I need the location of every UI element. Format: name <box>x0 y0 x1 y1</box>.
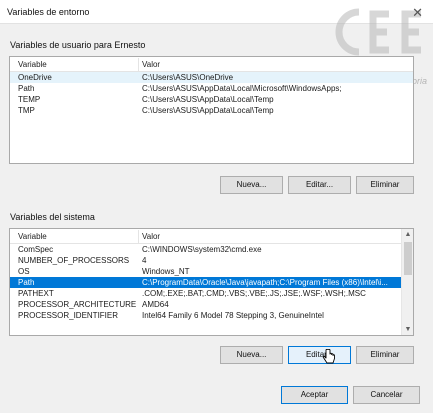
list-item[interactable]: PATHEXT .COM;.EXE;.BAT;.CMD;.VBS;.VBE;.J… <box>10 288 413 299</box>
scroll-up-icon[interactable]: ▲ <box>402 229 413 240</box>
row-variable: OS <box>18 267 30 276</box>
row-value: C:\WINDOWS\system32\cmd.exe <box>142 245 262 254</box>
row-value: Intel64 Family 6 Model 78 Stepping 3, Ge… <box>142 311 324 320</box>
user-delete-button[interactable]: Eliminar <box>356 176 414 194</box>
row-value: C:\Users\ASUS\AppData\Local\Temp <box>142 95 274 104</box>
list-item-selected[interactable]: Path C:\ProgramData\Oracle\Java\javapath… <box>10 277 413 288</box>
row-variable: Path <box>18 84 35 93</box>
row-variable: Path <box>18 278 35 287</box>
accept-button[interactable]: Aceptar <box>281 386 348 404</box>
system-vars-header: Variable Valor <box>10 229 413 244</box>
scroll-down-icon[interactable]: ▼ <box>402 324 413 335</box>
list-item[interactable]: Path C:\Users\ASUS\AppData\Local\Microso… <box>10 83 413 94</box>
row-value: AMD64 <box>142 300 169 309</box>
column-header-variable[interactable]: Variable <box>18 60 47 69</box>
system-vars-list[interactable]: Variable Valor ComSpec C:\WINDOWS\system… <box>9 228 414 336</box>
list-item[interactable]: ComSpec C:\WINDOWS\system32\cmd.exe <box>10 244 413 255</box>
row-value: .COM;.EXE;.BAT;.CMD;.VBS;.VBE;.JS;.JSE;.… <box>142 289 366 298</box>
row-variable: ComSpec <box>18 245 54 254</box>
close-icon[interactable]: ✕ <box>412 5 423 21</box>
list-item[interactable]: TMP C:\Users\ASUS\AppData\Local\Temp <box>10 105 413 116</box>
list-item[interactable]: PROCESSOR_IDENTIFIER Intel64 Family 6 Mo… <box>10 310 413 321</box>
user-vars-list[interactable]: Variable Valor OneDrive C:\Users\ASUS\On… <box>9 56 414 164</box>
row-value: 4 <box>142 256 147 265</box>
list-item[interactable]: NUMBER_OF_PROCESSORS 4 <box>10 255 413 266</box>
vertical-scrollbar[interactable]: ▲ ▼ <box>401 229 413 335</box>
row-variable: TEMP <box>18 95 41 104</box>
user-vars-label: Variables de usuario para Ernesto <box>10 40 146 50</box>
list-item[interactable]: TEMP C:\Users\ASUS\AppData\Local\Temp <box>10 94 413 105</box>
row-variable: OneDrive <box>18 73 52 82</box>
row-value: C:\Users\ASUS\OneDrive <box>142 73 234 82</box>
column-header-variable[interactable]: Variable <box>18 232 47 241</box>
cancel-button[interactable]: Cancelar <box>353 386 420 404</box>
hand-cursor-icon <box>322 349 335 364</box>
list-item[interactable]: OneDrive C:\Users\ASUS\OneDrive <box>10 72 413 83</box>
list-item[interactable]: PROCESSOR_ARCHITECTURE AMD64 <box>10 299 413 310</box>
list-item[interactable]: OS Windows_NT <box>10 266 413 277</box>
row-variable: PROCESSOR_IDENTIFIER <box>18 311 119 320</box>
row-variable: PROCESSOR_ARCHITECTURE <box>18 300 137 309</box>
window-title: Variables de entorno <box>7 7 90 17</box>
user-edit-button[interactable]: Editar... <box>288 176 351 194</box>
scroll-thumb[interactable] <box>404 242 412 275</box>
column-header-valor[interactable]: Valor <box>142 232 160 241</box>
row-variable: PATHEXT <box>18 289 54 298</box>
row-value: Windows_NT <box>142 267 190 276</box>
column-header-valor[interactable]: Valor <box>142 60 160 69</box>
system-edit-button[interactable]: Editar... <box>288 346 351 364</box>
row-value: C:\Users\ASUS\AppData\Local\Temp <box>142 106 274 115</box>
user-vars-header: Variable Valor <box>10 57 413 72</box>
row-value: C:\Users\ASUS\AppData\Local\Microsoft\Wi… <box>142 84 342 93</box>
row-variable: NUMBER_OF_PROCESSORS <box>18 256 130 265</box>
system-vars-label: Variables del sistema <box>10 212 95 222</box>
system-new-button[interactable]: Nueva... <box>220 346 283 364</box>
row-value: C:\ProgramData\Oracle\Java\javapath;C:\P… <box>142 278 388 287</box>
system-delete-button[interactable]: Eliminar <box>356 346 414 364</box>
user-new-button[interactable]: Nueva... <box>220 176 283 194</box>
row-variable: TMP <box>18 106 35 115</box>
